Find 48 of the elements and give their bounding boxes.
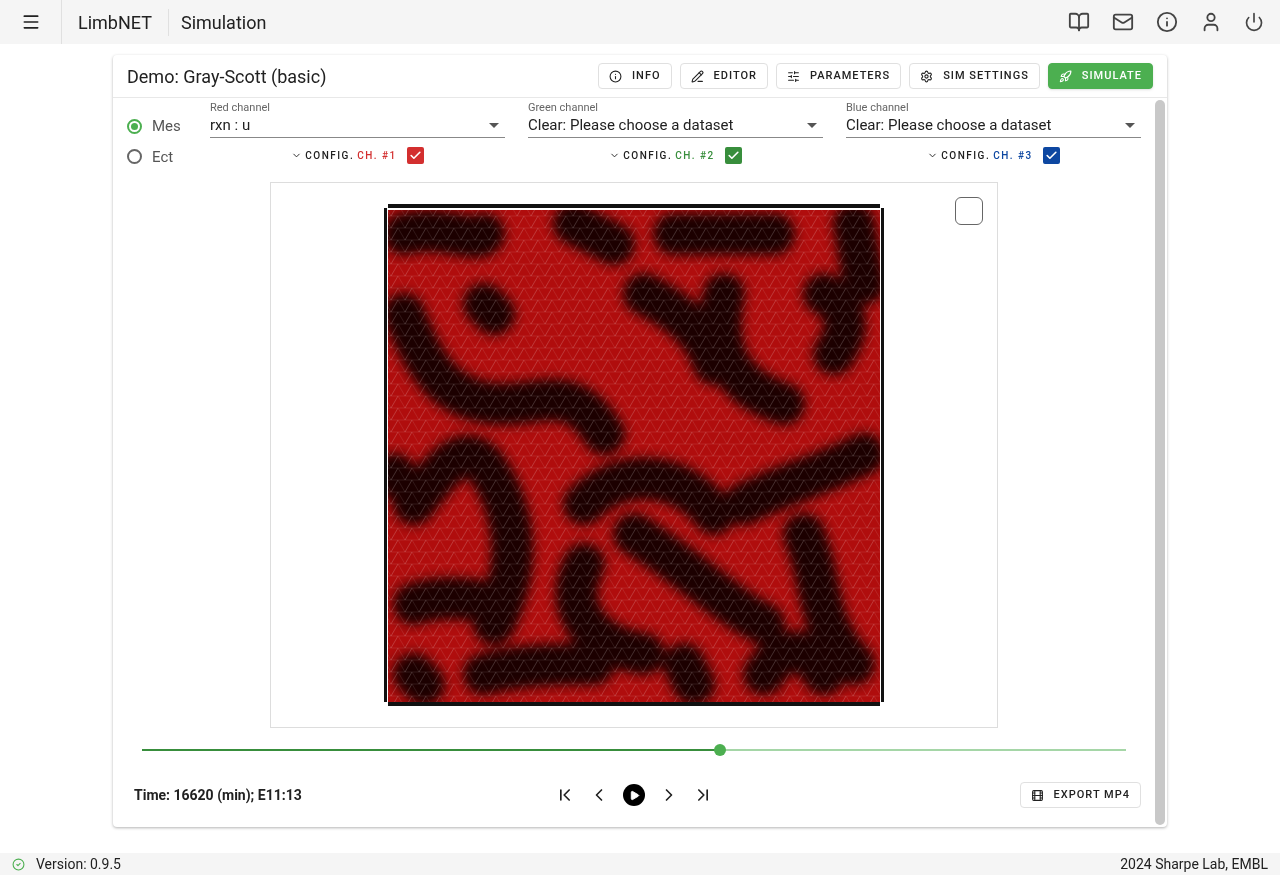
- slider-thumb[interactable]: [713, 744, 726, 756]
- dropdown-caret-icon: [807, 123, 817, 128]
- channel-select[interactable]: Clear: Please choose a dataset: [528, 114, 823, 138]
- toolbar-button[interactable]: INFO: [598, 63, 672, 89]
- mail-icon[interactable]: [1112, 11, 1134, 33]
- config-toggle[interactable]: CONFIG. CH. #3: [927, 148, 1033, 163]
- check-icon: [726, 149, 740, 162]
- channel-select[interactable]: Clear: Please choose a dataset: [846, 114, 1141, 138]
- channel-select[interactable]: rxn : u: [210, 114, 505, 138]
- book-icon[interactable]: [1068, 11, 1090, 33]
- check-icon: [408, 149, 422, 162]
- dropdown-caret-icon: [489, 123, 499, 128]
- section-title: Simulation: [179, 10, 268, 35]
- config-toggle[interactable]: CONFIG. CH. #1: [291, 148, 397, 163]
- radio-option[interactable]: Mes: [127, 115, 210, 138]
- scrollbar[interactable]: [1155, 100, 1165, 825]
- timeline-slider[interactable]: [142, 744, 1126, 756]
- button-icon: [1058, 69, 1072, 83]
- film-icon: [1030, 788, 1044, 802]
- channel-checkbox[interactable]: [1042, 147, 1060, 164]
- overlay-checkbox[interactable]: [955, 197, 983, 225]
- export-button[interactable]: EXPORT MP4: [1019, 782, 1141, 808]
- time-readout: Time: 16620 (min); E11:13: [133, 785, 303, 805]
- channel-label: Green channel: [528, 100, 600, 114]
- credit-text: 2024 Sharpe Lab, EMBL: [1120, 854, 1268, 874]
- button-icon: [690, 69, 704, 83]
- version-text: Version: 0.9.5: [36, 854, 121, 874]
- channel-checkbox[interactable]: [406, 147, 424, 164]
- status-ok-icon: [12, 857, 25, 871]
- toolbar-button[interactable]: EDITOR: [679, 63, 768, 89]
- button-icon: [609, 69, 622, 83]
- card-title: Demo: Gray-Scott (basic): [127, 64, 327, 89]
- button-icon: [920, 69, 934, 83]
- channel-label: Blue channel: [846, 100, 910, 114]
- channel-checkbox[interactable]: [724, 147, 742, 164]
- power-icon[interactable]: [1244, 12, 1264, 32]
- config-toggle[interactable]: CONFIG. CH. #2: [609, 148, 715, 163]
- toolbar-button[interactable]: PARAMETERS: [776, 63, 902, 89]
- app-title: LimbNET: [62, 8, 169, 36]
- channel-label: Red channel: [210, 100, 271, 114]
- button-icon: [787, 69, 800, 83]
- toolbar-button[interactable]: SIM SETTINGS: [909, 63, 1040, 89]
- check-icon: [1044, 149, 1058, 162]
- radio-option[interactable]: Ect: [127, 145, 210, 168]
- dropdown-caret-icon: [1125, 123, 1135, 128]
- play-button[interactable]: [623, 784, 645, 806]
- play-icon: [628, 789, 640, 801]
- info-icon[interactable]: [1156, 11, 1178, 33]
